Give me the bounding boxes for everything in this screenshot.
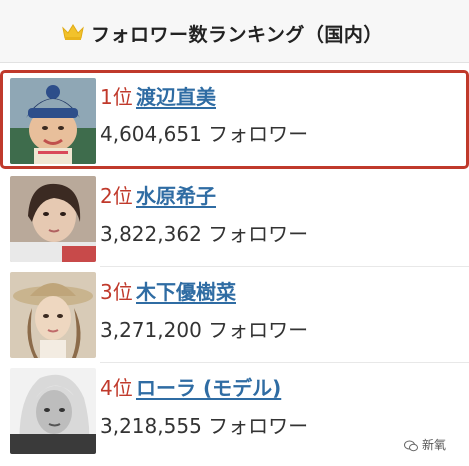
name-link-1[interactable]: 渡辺直美 (136, 81, 216, 110)
ranking-row-4[interactable]: 4位 ローラ (モデル) 3,218,555 フォロワー (0, 366, 469, 458)
page-title: フォロワー数ランキング（国内） (91, 24, 383, 46)
follower-count-3: 3,271,200 フォロワー (100, 318, 309, 342)
follower-count-4: 3,218,555 フォロワー (100, 414, 309, 438)
wechat-icon (404, 440, 418, 451)
crown-icon (62, 24, 84, 40)
rank-label-1: 1位 (100, 85, 133, 109)
ranking-row-3[interactable]: 3位 木下優樹菜 3,271,200 フォロワー (0, 270, 469, 362)
follower-count-2: 3,822,362 フォロワー (100, 222, 309, 246)
row-separator (100, 362, 469, 363)
rank-label-4: 4位 (100, 376, 133, 400)
row-separator (100, 266, 469, 267)
rank-label-3: 3位 (100, 280, 133, 304)
rank-label-2: 2位 (100, 184, 133, 208)
name-link-4[interactable]: ローラ (モデル) (136, 372, 281, 401)
name-link-2[interactable]: 水原希子 (136, 180, 216, 209)
avatar-2 (10, 176, 96, 262)
watermark-text: 新氧 (422, 438, 447, 452)
ranking-header: フォロワー数ランキング（国内） (0, 0, 469, 63)
avatar-1 (10, 78, 96, 164)
follower-count-1: 4,604,651 フォロワー (100, 122, 309, 146)
avatar-4 (10, 368, 96, 454)
ranking-row-1[interactable]: 1位 渡辺直美 4,604,651 フォロワー (0, 70, 469, 169)
watermark: 新氧 (404, 436, 446, 453)
name-link-3[interactable]: 木下優樹菜 (136, 276, 236, 305)
avatar-3 (10, 272, 96, 358)
ranking-row-2[interactable]: 2位 水原希子 3,822,362 フォロワー (0, 174, 469, 266)
